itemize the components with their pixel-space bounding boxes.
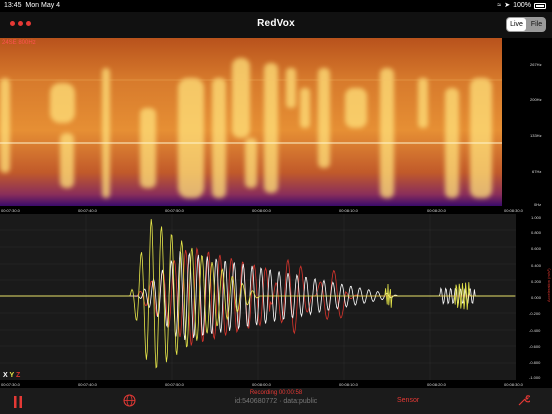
waveform-z-trace [0,246,516,346]
y-label-neg0.4: -0.400 [529,328,541,333]
spec-time-4: 00:08:10.0 [339,208,358,213]
app-title: RedVox [257,18,295,29]
y-label-0.4: 0.400 [531,263,542,268]
live-file-toggle[interactable]: Live File [506,17,546,32]
globe-icon[interactable] [123,394,136,412]
live-segment[interactable]: Live [507,18,526,31]
status-date: Mon May 4 [25,2,61,9]
file-segment[interactable]: File [527,17,546,32]
wave-time-6: 00:08:30.0 [504,382,523,387]
freq-label-200: 200Hz [530,97,542,102]
y-label-neg0.8: -0.800 [529,360,541,365]
spec-time-2: 00:07:50.0 [165,208,184,213]
legend-z: Z [16,372,21,379]
wave-time-4: 00:08:10.0 [339,382,358,387]
wave-time-1: 00:07:40.0 [78,382,97,387]
location-icon: ➤ [504,2,511,9]
wave-time-5: 00:08:20.0 [427,382,446,387]
spectrogram: 24SE 800Hz [0,38,502,206]
waveform-y-axis: 1.000 0.800 0.600 0.400 0.200 0.000 -0.2… [516,214,552,380]
wrench-icon[interactable] [517,394,532,412]
status-left: 13:45 Mon May 4 [4,0,60,12]
spec-time-3: 00:08:00.0 [252,208,271,213]
recording-status: Recording 00:00:58 [249,390,303,396]
y-label-0.2: 0.200 [531,279,542,284]
freq-label-267: 267Hz [530,62,542,67]
pause-icon[interactable] [13,395,23,413]
wave-time-3: 00:08:00.0 [252,382,271,387]
frequency-axis: 267Hz 200Hz 133Hz 67Hz 0Hz [502,38,552,207]
legend-y: Y [9,372,15,379]
battery-icon [534,3,546,9]
wave-time-0: 00:07:30.0 [1,382,20,387]
y-label-neg0.6: -0.600 [529,344,541,349]
spectrogram-image [0,38,502,206]
status-right: ≈ ➤ 100% [497,0,546,12]
spec-time-5: 00:08:20.0 [427,208,446,213]
y-label-neg0.2: -0.200 [529,311,541,316]
status-time: 13:45 [4,2,22,9]
waveform-plot: X Y Z [0,214,516,380]
freq-label-133: 133Hz [530,133,542,138]
sensor-button[interactable]: Sensor [397,397,419,404]
y-label-0: 0.000 [531,295,542,300]
freq-label-67: 67Hz [532,169,542,174]
spectrogram-time-axis: 00:07:30.0 00:07:40.0 00:07:50.0 00:08:0… [0,206,552,214]
nav-bar: RedVox Live File [0,12,552,38]
y-label-1: 1.000 [531,215,542,220]
spec-time-6: 00:08:30.0 [504,208,523,213]
spec-time-1: 00:07:40.0 [78,208,97,213]
spec-time-0: 00:07:30.0 [1,208,20,213]
y-axis-title: Acceleration (m/s²) [546,268,551,302]
y-label-0.8: 0.800 [531,230,542,235]
wifi-icon: ≈ [497,2,502,9]
legend-x: X [3,372,8,379]
status-bar: 13:45 Mon May 4 ≈ ➤ 100% [0,0,552,12]
spectrogram-overlay-label: 24SE 800Hz [2,40,36,46]
waveform-legend: X Y Z [3,372,20,379]
waveform-svg [0,214,516,380]
waveform-y-trace [0,219,516,369]
bottom-bar: Recording 00:00:58 id:540680772 · data:p… [0,388,552,414]
battery-percent: 100% [513,2,531,9]
y-label-0.6: 0.600 [531,246,542,251]
wave-time-2: 00:07:50.0 [165,382,184,387]
station-id-line: id:540680772 · data:public [234,398,318,405]
waveform-time-axis: 00:07:30.0 00:07:40.0 00:07:50.0 00:08:0… [0,380,552,388]
